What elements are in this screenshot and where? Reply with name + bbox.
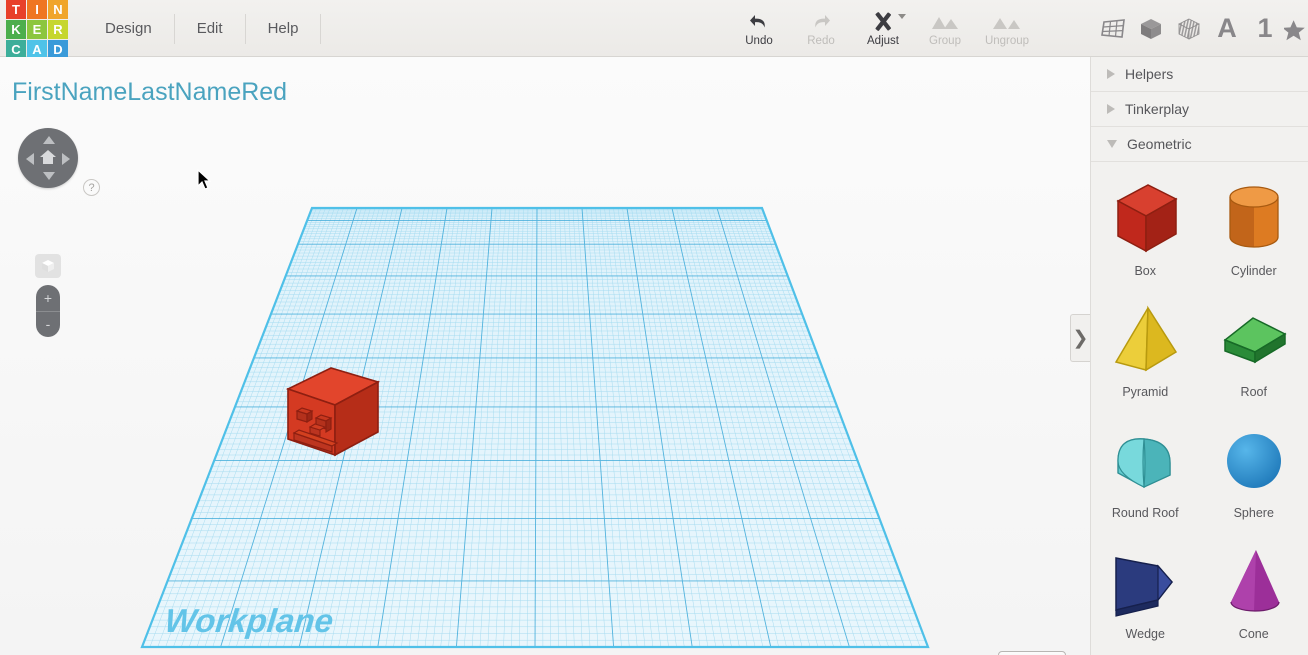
menu-design[interactable]: Design — [83, 0, 174, 57]
favorites-star-icon[interactable] — [1284, 0, 1308, 57]
ungroup-shapes-icon — [992, 9, 1022, 35]
shape-mode-tools: A 1 — [1094, 0, 1308, 57]
logo-tile-n: N — [48, 0, 68, 19]
fit-to-view-button[interactable] — [35, 254, 61, 278]
logo-tile-t: T — [6, 0, 26, 19]
menu-bar: Design Edit Help — [83, 0, 322, 57]
adjust-dropdown-caret-icon[interactable] — [898, 14, 906, 19]
undo-label: Undo — [745, 35, 773, 48]
pyramid-icon — [1091, 293, 1200, 385]
logo-tile-k: K — [6, 20, 26, 39]
shape-roof-label: Roof — [1240, 385, 1267, 399]
shape-wedge-label: Wedge — [1125, 627, 1165, 641]
section-helpers[interactable]: Helpers — [1091, 57, 1308, 92]
chevron-down-icon — [1107, 140, 1117, 148]
group-shapes-icon — [930, 9, 960, 35]
nav-home-icon[interactable] — [39, 148, 57, 166]
adjust-button[interactable]: Adjust — [852, 0, 914, 57]
adjust-tools-icon — [870, 9, 896, 35]
adjust-label: Adjust — [867, 35, 899, 48]
redo-label: Redo — [807, 35, 835, 48]
cone-icon — [1200, 535, 1308, 627]
ungroup-label: Ungroup — [984, 35, 1030, 48]
workplane-grid[interactable] — [0, 57, 1090, 655]
workplane-label: Workplane — [163, 602, 336, 639]
solid-cube-icon[interactable] — [1132, 0, 1170, 57]
nav-up-icon[interactable] — [43, 136, 55, 144]
shape-wedge[interactable]: Wedge — [1091, 535, 1200, 655]
workplane-icon[interactable] — [1094, 0, 1132, 57]
shape-pyramid-label: Pyramid — [1122, 385, 1169, 399]
logo-tile-r: R — [48, 20, 68, 39]
redo-arrow-icon — [809, 9, 833, 35]
text-tool-icon[interactable]: A — [1208, 0, 1246, 57]
chevron-right-icon — [1107, 69, 1115, 79]
zoom-in-button[interactable]: + — [36, 285, 60, 311]
zoom-controls[interactable]: + - — [36, 285, 60, 337]
shape-sphere-label: Sphere — [1233, 506, 1274, 520]
shape-pyramid[interactable]: Pyramid — [1091, 293, 1200, 414]
ungroup-button[interactable]: Ungroup — [976, 0, 1038, 57]
tinkercad-app: TINKERCAD Design Edit Help Undo Redo Adj… — [0, 0, 1308, 655]
box-icon — [1091, 172, 1200, 264]
help-button[interactable]: ? — [83, 179, 100, 196]
nav-right-icon[interactable] — [62, 153, 70, 165]
shape-round-roof[interactable]: Round Roof — [1091, 414, 1200, 535]
shape-roof[interactable]: Roof — [1200, 293, 1308, 414]
group-button[interactable]: Group — [914, 0, 976, 57]
chevron-right-icon — [1107, 104, 1115, 114]
tinkercad-logo[interactable]: TINKERCAD — [6, 0, 68, 59]
cube-icon — [42, 260, 54, 272]
sphere-icon — [1200, 414, 1308, 506]
hole-cube-icon[interactable] — [1170, 0, 1208, 57]
text-tool-glyph: A — [1217, 13, 1237, 43]
number-tool-icon[interactable]: 1 — [1246, 0, 1284, 57]
group-label: Group — [929, 35, 961, 48]
round-roof-icon — [1091, 414, 1200, 506]
view-nav-widget[interactable] — [18, 128, 78, 188]
zoom-out-button[interactable]: - — [36, 312, 60, 338]
red-face-box[interactable] — [275, 357, 390, 467]
section-helpers-label: Helpers — [1125, 66, 1174, 82]
cylinder-icon — [1200, 172, 1308, 264]
shape-cone[interactable]: Cone — [1200, 535, 1308, 655]
shape-grid: Box Cylinder Pyramid Roof Round Roof Sph… — [1091, 162, 1308, 655]
wedge-icon — [1091, 535, 1200, 627]
logo-tile-i: I — [27, 0, 47, 19]
shape-round-roof-label: Round Roof — [1111, 506, 1179, 520]
shape-box[interactable]: Box — [1091, 172, 1200, 293]
nav-down-icon[interactable] — [43, 172, 55, 180]
menu-edit[interactable]: Edit — [175, 0, 245, 57]
undo-arrow-icon — [747, 9, 771, 35]
shape-cylinder[interactable]: Cylinder — [1200, 172, 1308, 293]
redo-button[interactable]: Redo — [790, 0, 852, 57]
undo-button[interactable]: Undo — [728, 0, 790, 57]
shape-box-label: Box — [1134, 264, 1157, 278]
shape-sphere[interactable]: Sphere — [1200, 414, 1308, 535]
shape-cylinder-label: Cylinder — [1230, 264, 1277, 278]
logo-tile-e: E — [27, 20, 47, 39]
menu-divider — [320, 13, 322, 44]
action-tools: Undo Redo Adjust Group Ungroup — [728, 0, 1038, 57]
3d-canvas[interactable]: Workplane FirstNameLastNameRed ? + - ❯ — [0, 57, 1090, 655]
section-geometric[interactable]: Geometric — [1091, 127, 1308, 162]
nav-left-icon[interactable] — [26, 153, 34, 165]
shape-cone-label: Cone — [1238, 627, 1269, 641]
collapse-panel-button[interactable]: ❯ — [1070, 314, 1090, 362]
number-tool-glyph: 1 — [1257, 13, 1273, 43]
section-tinkerplay-label: Tinkerplay — [1125, 101, 1190, 117]
section-tinkerplay[interactable]: Tinkerplay — [1091, 92, 1308, 127]
menu-help[interactable]: Help — [246, 0, 321, 57]
section-geometric-label: Geometric — [1127, 136, 1192, 152]
shapes-sidebar: Helpers Tinkerplay Geometric Box Cylinde… — [1090, 57, 1308, 655]
top-toolbar: TINKERCAD Design Edit Help Undo Redo Adj… — [0, 0, 1308, 59]
page-title: FirstNameLastNameRed — [12, 78, 288, 106]
edit-grid-button[interactable]: Edit grid — [998, 651, 1066, 655]
roof-icon — [1200, 293, 1308, 385]
